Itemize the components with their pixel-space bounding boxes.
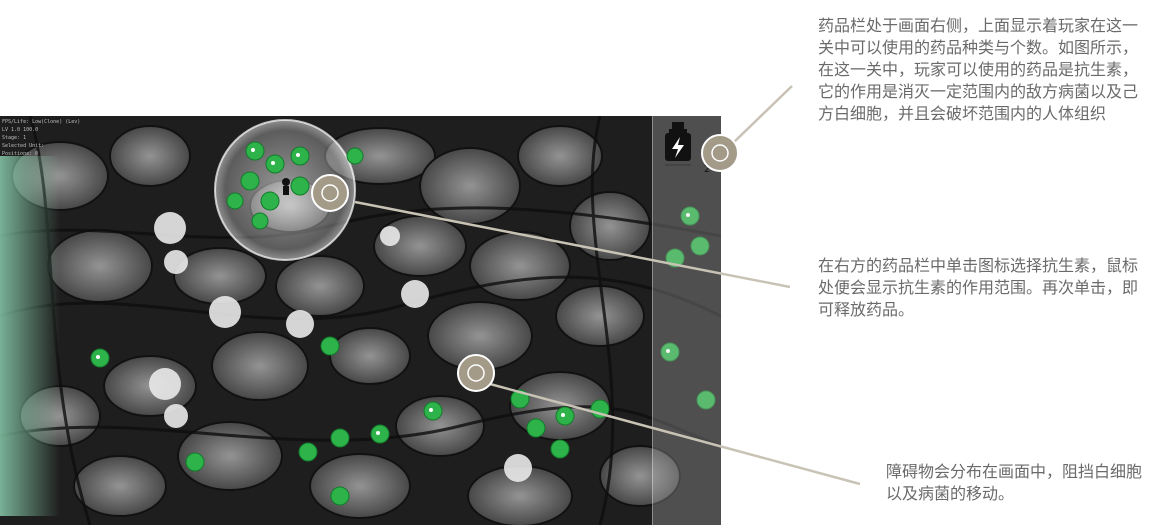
lightning-bottle-icon[interactable] bbox=[655, 120, 701, 178]
hud-line: LV 1.0 100.0 bbox=[2, 127, 39, 133]
callout-medicine-bar: 药品栏处于画面右侧，上面显示着玩家在这一关中可以使用的药品种类与个数。如图所示，… bbox=[818, 16, 1139, 123]
player-unit bbox=[282, 178, 290, 195]
mint-tissue-left bbox=[0, 156, 60, 516]
callout-obstacles: 障碍物会分布在画面中，阻挡白细胞以及病菌的移动。 bbox=[886, 462, 1143, 503]
antibiotic-slot[interactable] bbox=[655, 120, 701, 178]
game-scene[interactable] bbox=[0, 116, 721, 525]
marker-antibiotic-range[interactable] bbox=[311, 174, 349, 212]
debug-hud: FPS/Life: Low(Clone) (Lev) LV 1.0 100.0 … bbox=[2, 118, 80, 158]
hud-line: Selected Unit: bbox=[2, 143, 45, 149]
game-viewport[interactable]: FPS/Life: Low(Clone) (Lev) LV 1.0 100.0 … bbox=[0, 116, 721, 525]
callout-select-antibiotic: 在右方的药品栏中单击图标选择抗生素，鼠标处便会显示抗生素的作用范围。再次单击，即… bbox=[818, 256, 1139, 319]
hud-line: Positions: 0 bbox=[2, 151, 39, 157]
marker-medicine-bar[interactable] bbox=[701, 134, 739, 172]
hud-line: FPS/Life: Low(Clone) (Lev) bbox=[2, 119, 81, 125]
marker-obstacle[interactable] bbox=[457, 354, 495, 392]
hud-line: Stage: 1 bbox=[2, 135, 27, 141]
